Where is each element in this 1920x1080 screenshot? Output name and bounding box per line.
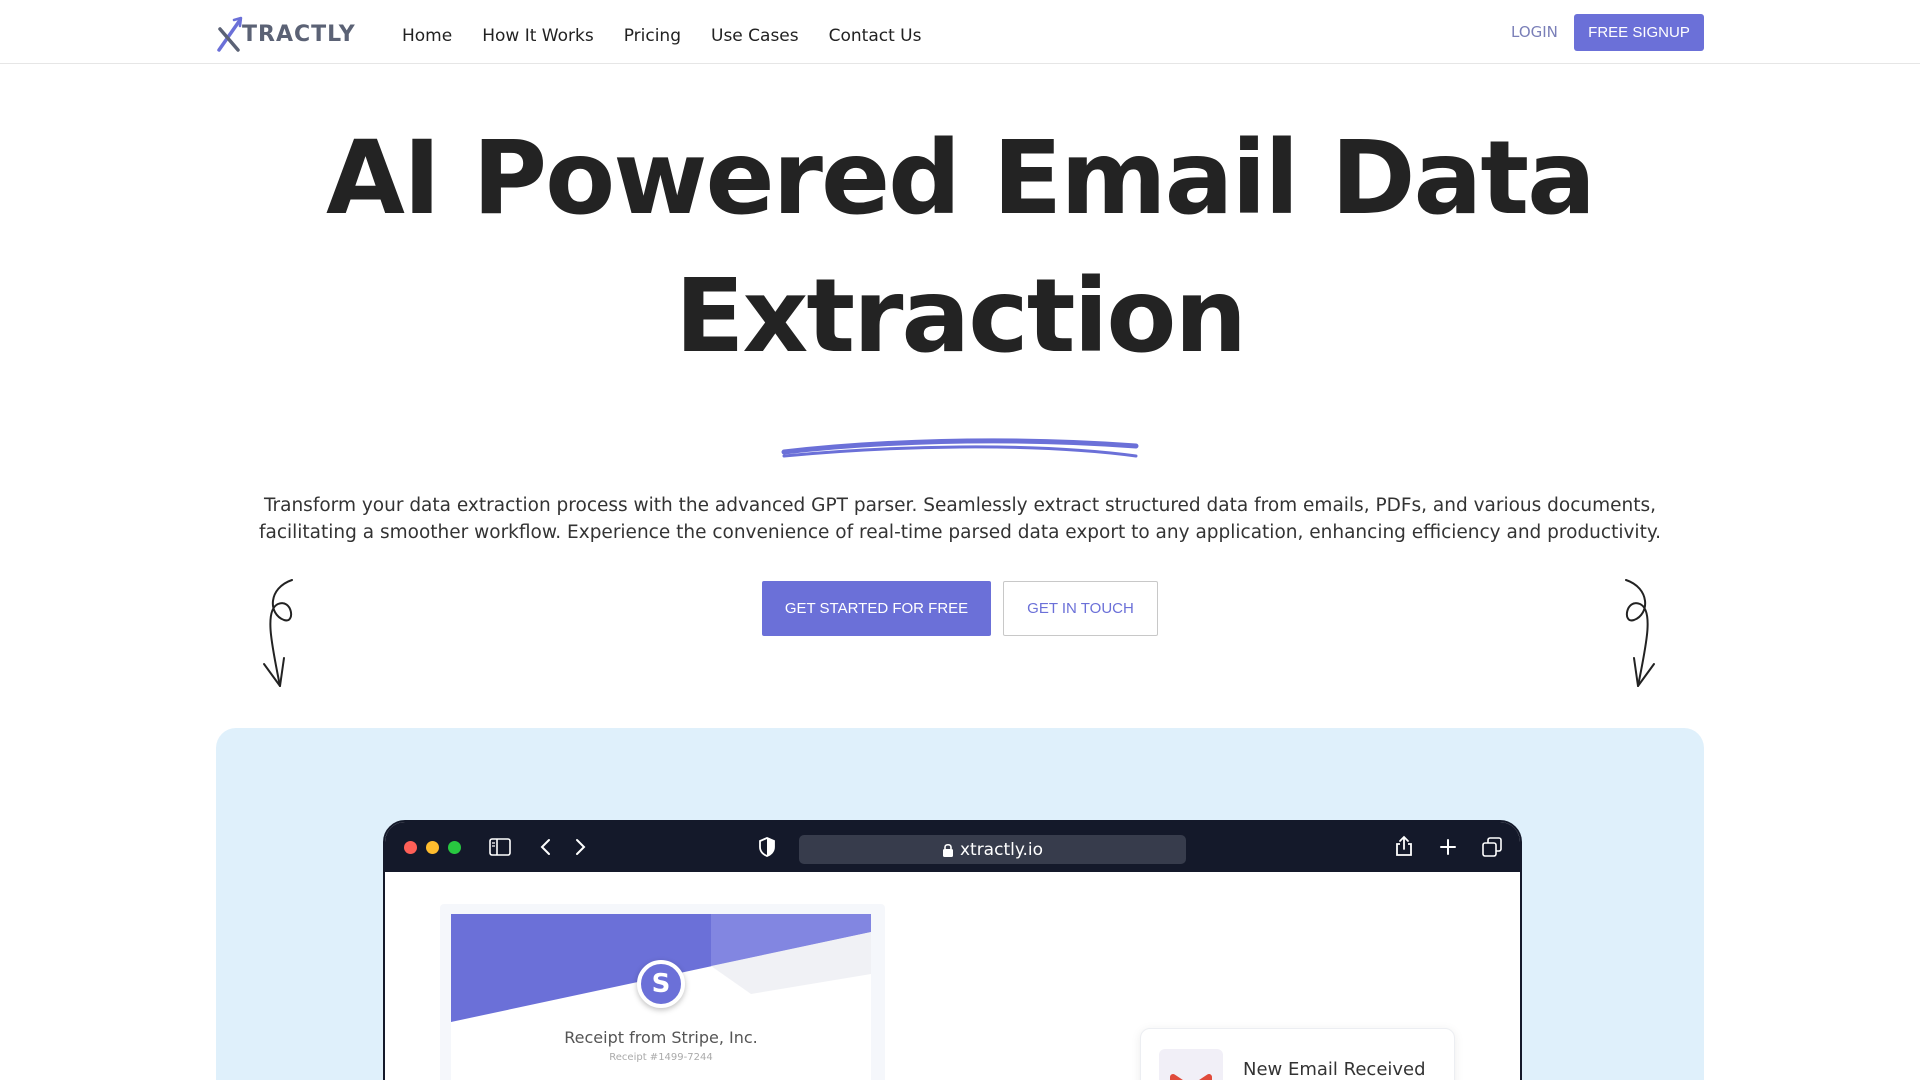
url-text: xtractly.io	[959, 839, 1044, 860]
free-signup-button[interactable]: FREE SIGNUP	[1574, 14, 1704, 51]
minimize-dot-icon	[426, 841, 439, 854]
nav-home[interactable]: Home	[402, 26, 452, 46]
login-link[interactable]: LOGIN	[1511, 23, 1558, 41]
curly-arrow-right-icon	[1625, 579, 1655, 687]
hero-title-line1: AI Powered Email Data	[326, 119, 1596, 238]
stripe-receipt-card: S Receipt from Stripe, Inc. Receipt #149…	[440, 904, 885, 1080]
get-in-touch-button[interactable]: GET IN TOUCH	[1003, 581, 1158, 636]
forward-icon	[576, 839, 586, 855]
maximize-dot-icon	[448, 841, 461, 854]
url-bar[interactable]: xtractly.io	[799, 835, 1186, 864]
new-tab-icon	[1440, 839, 1456, 855]
browser-mockup: xtractly.io S Receipt from Stripe, Inc. …	[383, 820, 1522, 1080]
sidebar-icon	[489, 838, 511, 856]
hero-title-line2: Extraction	[674, 257, 1247, 376]
nav-use-cases[interactable]: Use Cases	[711, 26, 799, 46]
new-email-card: New Email Received	[1140, 1028, 1455, 1080]
nav-how-it-works[interactable]: How It Works	[482, 26, 593, 46]
nav-contact-us[interactable]: Contact Us	[829, 26, 922, 46]
hero-title: AI Powered Email Data Extraction	[0, 110, 1920, 386]
close-dot-icon	[404, 841, 417, 854]
receipt-title: Receipt from Stripe, Inc.	[564, 1028, 758, 1047]
hero-description: Transform your data extraction process w…	[258, 495, 1662, 543]
gmail-icon	[1159, 1049, 1223, 1080]
top-navbar: TRACTLY Home How It Works Pricing Use Ca…	[0, 0, 1920, 64]
stripe-logo-icon: S	[637, 960, 685, 1008]
logo-x-arrow-icon	[216, 14, 244, 52]
logo-text: TRACTLY	[242, 22, 356, 47]
shield-icon	[759, 837, 775, 857]
lock-icon	[942, 843, 953, 857]
browser-toolbar: xtractly.io	[385, 822, 1520, 872]
back-icon	[540, 839, 550, 855]
share-icon	[1396, 835, 1412, 856]
nav-links: Home How It Works Pricing Use Cases Cont…	[402, 26, 951, 46]
get-started-button[interactable]: GET STARTED FOR FREE	[762, 581, 991, 636]
logo[interactable]: TRACTLY	[216, 10, 356, 52]
receipt-body: S Receipt from Stripe, Inc. Receipt #149…	[451, 914, 871, 1080]
receipt-number: Receipt #1499-7244	[609, 1052, 713, 1063]
email-card-title: New Email Received	[1243, 1059, 1426, 1080]
nav-pricing[interactable]: Pricing	[624, 26, 681, 46]
curly-arrow-left-icon	[263, 579, 293, 687]
hand-drawn-underline	[781, 438, 1139, 458]
tabs-icon	[1482, 837, 1502, 857]
